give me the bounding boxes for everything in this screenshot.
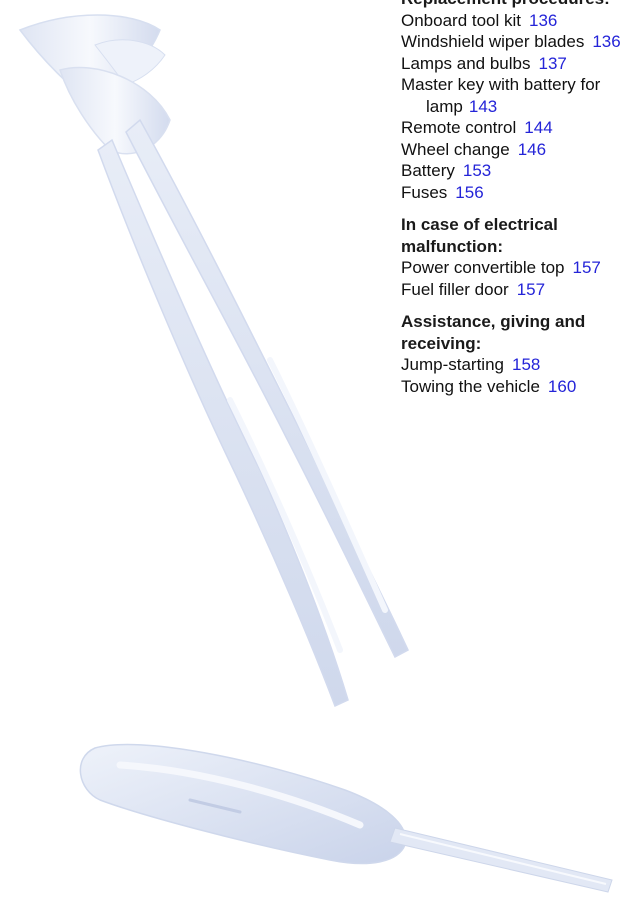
entry-label: Remote control <box>401 118 517 137</box>
index-entry-continued: lamp 143 <box>401 96 641 118</box>
entry-label: Fuses <box>401 182 448 202</box>
section-assistance: Assistance, giving and receiving: Jump-s… <box>401 311 641 397</box>
index-entry: Towing the vehicle 160 <box>401 376 641 398</box>
index-entry: Battery 153 <box>401 160 641 182</box>
entry-label: Battery <box>401 161 455 180</box>
index-entry: Wheel change 146 <box>401 139 641 161</box>
section-heading: Replacement procedures: <box>401 0 641 10</box>
index-entry: Power convertible top 157 <box>401 257 641 279</box>
entry-label: Fuel filler door <box>401 279 509 299</box>
index-entry: Fuel filler door 157 <box>401 279 641 301</box>
index-entry: Fuses 156 <box>401 182 641 204</box>
section-heading: Assistance, giving and <box>401 312 586 331</box>
entry-label: Power convertible top <box>401 258 565 277</box>
index-entry: Master key with battery for <box>401 74 641 96</box>
section-heading-continued: receiving: <box>401 333 482 353</box>
page-link[interactable]: 144 <box>524 118 552 137</box>
index-entry: Jump-starting 158 <box>401 354 641 376</box>
index-entry: Onboard tool kit 136 <box>401 10 641 32</box>
page-link[interactable]: 146 <box>518 140 546 159</box>
page-link[interactable]: 158 <box>512 355 540 374</box>
page-link[interactable]: 157 <box>517 280 545 299</box>
entry-label: Towing the vehicle <box>401 376 540 396</box>
page-link[interactable]: 136 <box>529 11 557 30</box>
section-heading-continued: malfunction: <box>401 236 503 256</box>
section-heading: In case of electrical <box>401 215 558 234</box>
page-link[interactable]: 157 <box>572 258 600 277</box>
page-link[interactable]: 153 <box>463 161 491 180</box>
entry-label: Wheel change <box>401 139 510 159</box>
page-link[interactable]: 136 <box>592 32 620 51</box>
entry-label: lamp <box>426 96 463 116</box>
section-replacement-procedures: Replacement procedures: Onboard tool kit… <box>401 0 641 203</box>
entry-label: Windshield wiper blades <box>401 32 585 51</box>
entry-label: Master key with battery for <box>401 75 601 94</box>
page-link[interactable]: 137 <box>538 54 566 73</box>
section-electrical-malfunction: In case of electrical malfunction: Power… <box>401 214 641 300</box>
entry-label: Lamps and bulbs <box>401 53 531 73</box>
page-link[interactable]: 143 <box>469 97 497 116</box>
entry-label: Onboard tool kit <box>401 10 522 30</box>
page-link[interactable]: 156 <box>455 183 483 202</box>
index-column: Replacement procedures: Onboard tool kit… <box>401 0 641 397</box>
index-entry: Windshield wiper blades 136 <box>401 31 641 53</box>
page-link[interactable]: 160 <box>548 377 576 396</box>
index-entry: Remote control 144 <box>401 117 641 139</box>
entry-label: Jump-starting <box>401 355 504 374</box>
index-entry: Lamps and bulbs 137 <box>401 53 641 75</box>
